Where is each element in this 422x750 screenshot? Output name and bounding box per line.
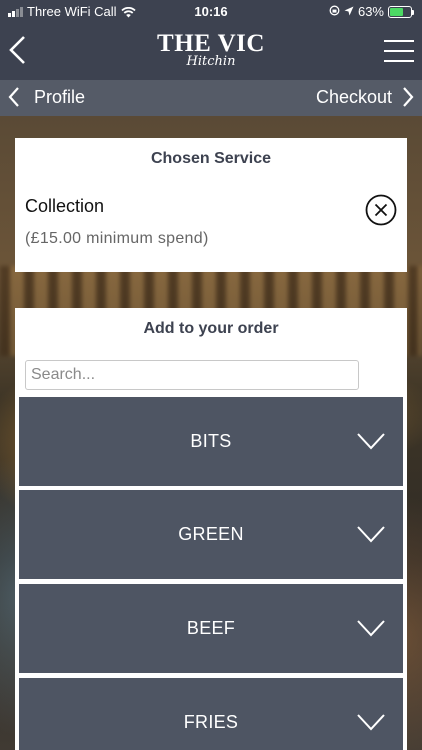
chevron-down-icon bbox=[357, 714, 385, 731]
logo-main-text: THE VIC bbox=[157, 30, 265, 57]
chevron-left-icon bbox=[8, 87, 19, 107]
menu-search-input[interactable] bbox=[25, 360, 359, 390]
service-name: Collection bbox=[25, 196, 105, 216]
hamburger-menu-icon bbox=[384, 40, 414, 42]
chevron-down-icon bbox=[357, 526, 385, 543]
venue-logo: THE VIC Hitchin bbox=[0, 30, 422, 69]
category-green[interactable]: GREEN bbox=[19, 490, 403, 579]
add-to-order-panel: Add to your order BITS GREEN BEEF FRIES bbox=[15, 308, 407, 750]
category-label: BITS bbox=[190, 431, 232, 451]
category-label: FRIES bbox=[183, 712, 239, 732]
chosen-service-card: Chosen Service Collection (£15.00 minimu… bbox=[15, 138, 407, 272]
remove-service-button[interactable] bbox=[365, 194, 397, 226]
add-to-order-heading: Add to your order bbox=[143, 320, 279, 337]
close-circle-icon bbox=[365, 194, 397, 226]
chevron-down-icon bbox=[357, 433, 385, 450]
status-bar: Three WiFi Call 10:16 63% bbox=[0, 0, 422, 22]
category-bits[interactable]: BITS bbox=[19, 397, 403, 486]
logo-sub-text: Hitchin bbox=[186, 54, 236, 69]
app-header: Three WiFi Call 10:16 63% THE VIC Hitchi… bbox=[0, 0, 422, 80]
checkout-nav-link[interactable]: Checkout bbox=[316, 86, 414, 108]
location-icon bbox=[344, 4, 354, 19]
battery-icon bbox=[388, 5, 414, 18]
profile-nav-label: Profile bbox=[34, 86, 86, 107]
step-navigation: Profile Checkout bbox=[0, 80, 422, 116]
category-beef[interactable]: BEEF bbox=[19, 584, 403, 673]
profile-nav-link[interactable]: Profile bbox=[8, 86, 85, 108]
chevron-right-icon bbox=[403, 87, 414, 107]
rotation-lock-icon bbox=[329, 4, 340, 19]
checkout-nav-label: Checkout bbox=[315, 86, 392, 107]
minimum-spend-note: (£15.00 minimum spend) bbox=[25, 230, 209, 247]
category-label: BEEF bbox=[186, 618, 236, 638]
category-fries[interactable]: FRIES bbox=[19, 678, 403, 750]
category-label: GREEN bbox=[178, 524, 244, 544]
chevron-down-icon bbox=[357, 620, 385, 637]
hamburger-menu-button[interactable] bbox=[384, 40, 414, 62]
battery-percent: 63% bbox=[357, 4, 384, 19]
chosen-service-heading: Chosen Service bbox=[150, 150, 272, 167]
